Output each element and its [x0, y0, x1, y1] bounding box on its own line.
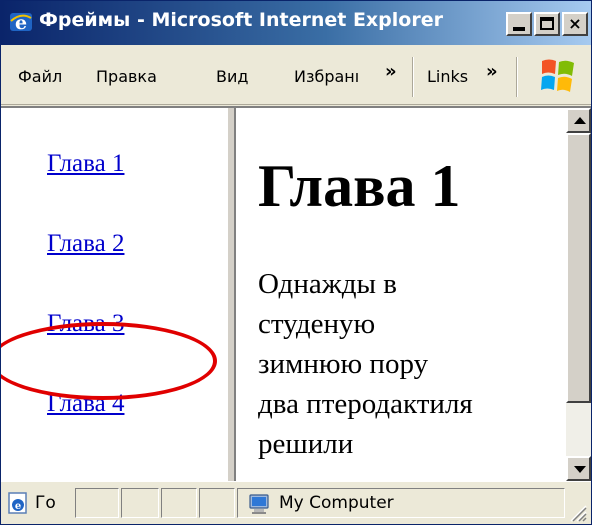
maximize-icon — [540, 17, 554, 30]
arrow-down-icon — [574, 466, 586, 473]
status-pane — [75, 488, 119, 518]
paragraph-line: зимнюю пору — [258, 348, 429, 380]
minimize-button[interactable] — [506, 12, 532, 36]
nav-frame: Глава 1 Глава 2 Глава 3 Глава 4 — [1, 108, 227, 481]
resize-grip-icon[interactable] — [567, 502, 587, 522]
scroll-up-button[interactable] — [566, 108, 591, 133]
scroll-thumb[interactable] — [566, 133, 591, 403]
status-bar: e Го My Computer — [1, 481, 591, 524]
close-icon: × — [568, 14, 582, 33]
computer-icon — [247, 492, 271, 516]
svg-text:e: e — [15, 501, 21, 512]
content-area: Глава 1 Глава 2 Глава 3 Глава 4 Глава 1 … — [1, 106, 591, 481]
ie-icon: e — [9, 10, 33, 34]
frame-splitter[interactable] — [227, 108, 236, 481]
menu-view[interactable]: Вид — [216, 67, 248, 86]
arrow-up-icon — [574, 117, 586, 124]
scroll-down-button[interactable] — [566, 456, 591, 481]
status-pane — [121, 488, 159, 518]
menu-bar: Файл Правка Вид Избранı » Links » — [1, 45, 591, 105]
page-icon: e — [7, 491, 31, 515]
paragraph-line: два птеродактиля — [258, 388, 473, 420]
chapter-3-link[interactable]: Глава 3 — [47, 310, 124, 338]
menu-more-chevron[interactable]: » — [385, 61, 397, 82]
menu-separator-2 — [516, 57, 518, 97]
chapter-2-link[interactable]: Глава 2 — [47, 230, 124, 258]
zone-label: My Computer — [279, 493, 394, 513]
links-more-chevron[interactable]: » — [486, 61, 498, 82]
page-heading: Глава 1 — [258, 153, 461, 219]
status-pane — [199, 488, 235, 518]
status-text: Го — [35, 493, 56, 513]
chapter-1-link[interactable]: Глава 1 — [47, 150, 124, 178]
maximize-button[interactable] — [534, 12, 560, 36]
menu-file[interactable]: Файл — [18, 67, 62, 86]
windows-logo-icon — [539, 55, 577, 95]
title-bar[interactable]: e Фреймы - Microsoft Internet Explorer × — [1, 1, 591, 45]
paragraph-line: студеную — [258, 308, 376, 340]
menu-favorites[interactable]: Избранı — [294, 67, 359, 86]
minimize-icon — [513, 27, 525, 31]
browser-window: e Фреймы - Microsoft Internet Explorer ×… — [0, 0, 592, 525]
links-toolbar[interactable]: Links — [427, 67, 468, 86]
main-frame: Глава 1 Однажды в студеную зимнюю пору д… — [236, 108, 566, 481]
close-button[interactable]: × — [562, 12, 588, 36]
paragraph-line: решили — [258, 428, 354, 460]
menu-edit[interactable]: Правка — [96, 67, 157, 86]
menu-separator — [412, 57, 414, 97]
status-pane — [161, 488, 197, 518]
paragraph-line: Однажды в — [258, 268, 397, 300]
chapter-4-link[interactable]: Глава 4 — [47, 390, 124, 418]
window-title: Фреймы - Microsoft Internet Explorer — [39, 9, 443, 31]
vertical-scrollbar[interactable] — [566, 108, 591, 481]
